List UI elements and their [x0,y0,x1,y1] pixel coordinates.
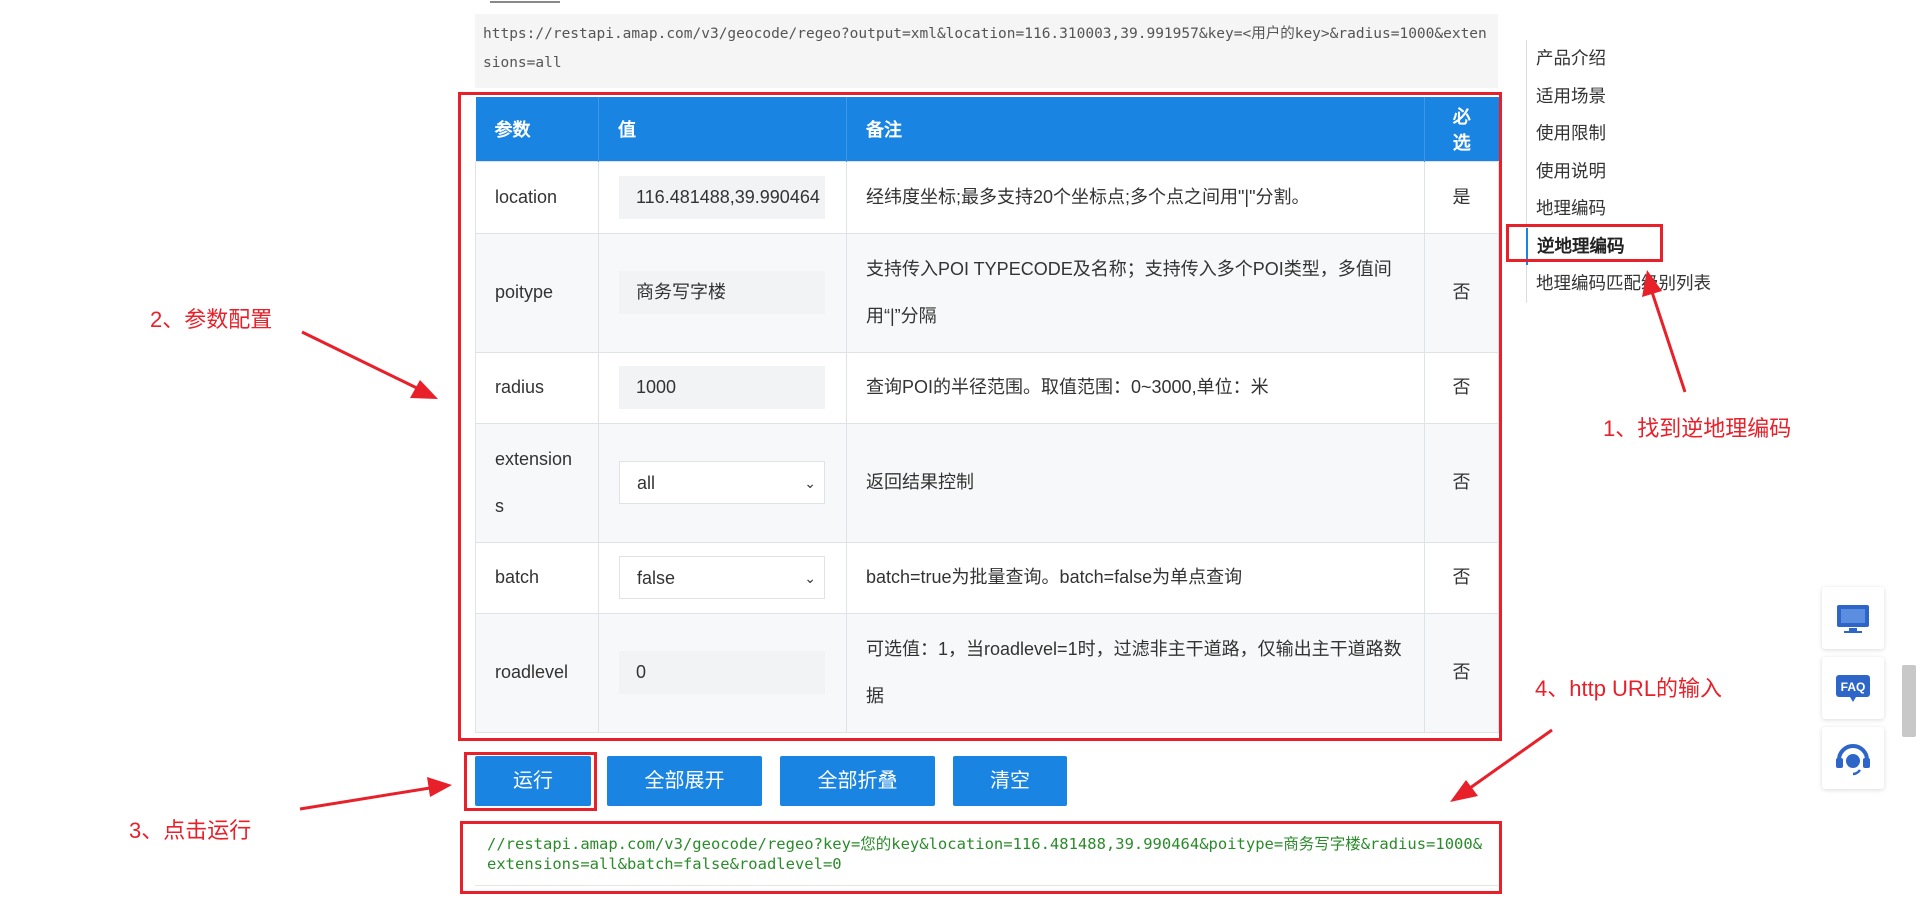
annotation-arrows [299,270,1687,811]
arrow-step3 [299,777,452,811]
arrow-step1 [1642,270,1687,393]
arrow-step4 [1450,728,1553,802]
arrow-step2 [301,330,438,399]
